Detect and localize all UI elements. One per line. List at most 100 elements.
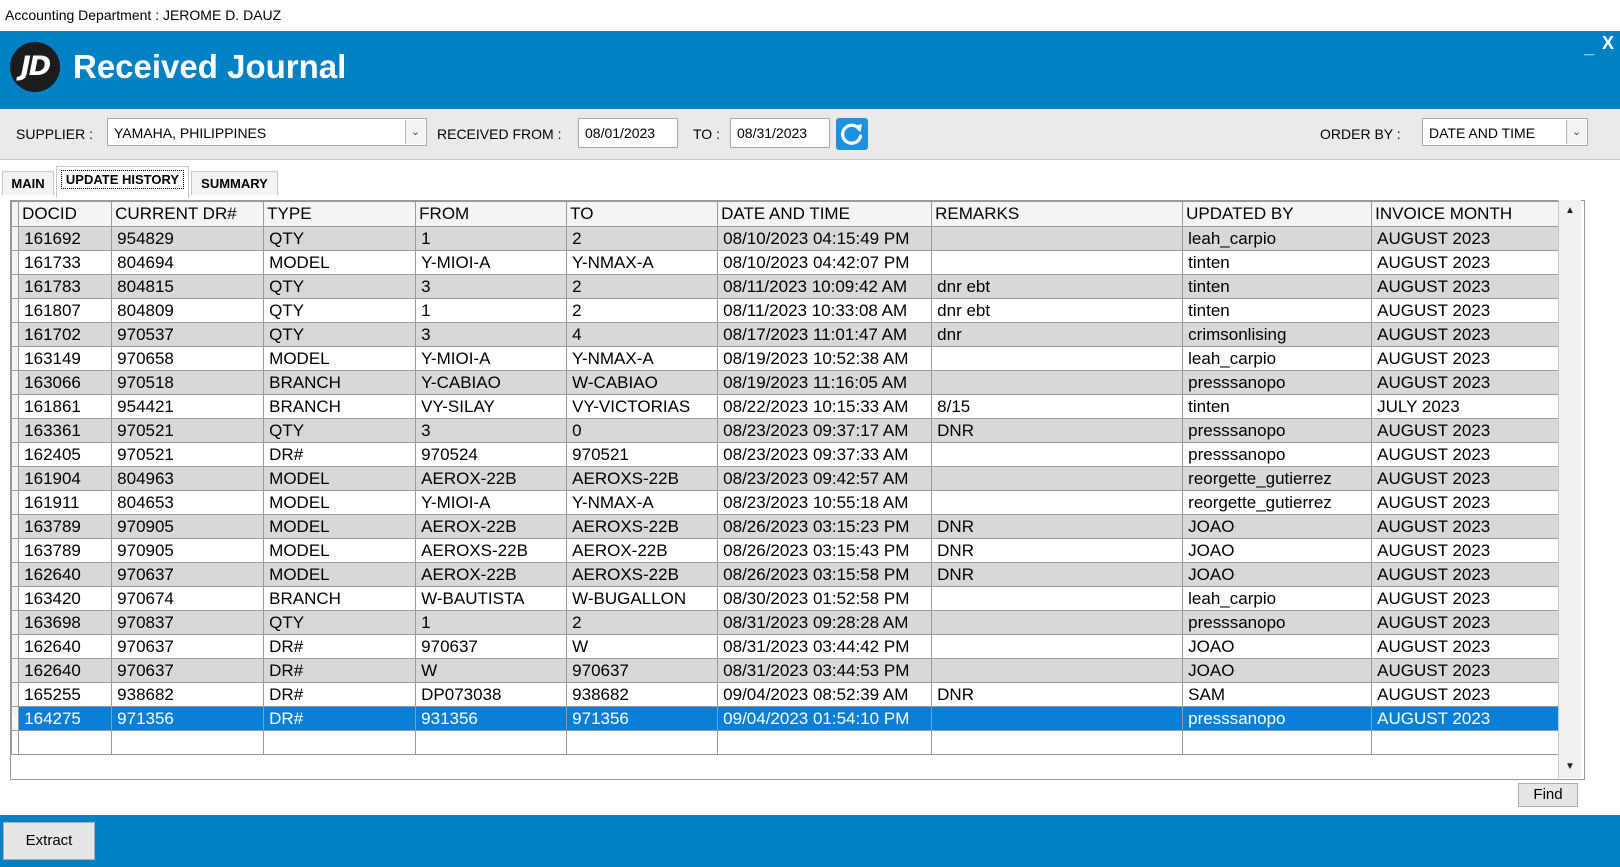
- chevron-down-icon[interactable]: ⌄: [1566, 120, 1586, 144]
- cell-from[interactable]: Y-CABIAO: [415, 370, 568, 395]
- cell-invoice-month[interactable]: AUGUST 2023: [1371, 562, 1567, 587]
- row-header[interactable]: [11, 490, 20, 515]
- cell-updated-by[interactable]: presssanopo: [1182, 706, 1373, 731]
- cell-docid[interactable]: 163789: [18, 514, 113, 539]
- row-header[interactable]: [11, 538, 20, 563]
- cell-from[interactable]: Y-MIOI-A: [415, 250, 568, 275]
- row-header[interactable]: [11, 562, 20, 587]
- table-row[interactable]: 163420 970674 BRANCH W-BAUTISTA W-BUGALLON 08…: [11, 586, 1567, 611]
- cell-type[interactable]: DR#: [263, 442, 417, 467]
- row-header[interactable]: [11, 322, 20, 347]
- cell-remarks[interactable]: [931, 250, 1184, 275]
- empty-new-row[interactable]: [11, 730, 1567, 755]
- cell-date-and-time[interactable]: 08/23/2023 10:55:18 AM: [717, 490, 933, 515]
- cell-updated-by[interactable]: tinten: [1182, 298, 1373, 323]
- cell-invoice-month[interactable]: AUGUST 2023: [1371, 322, 1567, 347]
- row-header[interactable]: [11, 226, 20, 251]
- cell-type[interactable]: MODEL: [263, 538, 417, 563]
- table-row[interactable]: 163789 970905 MODEL AEROX-22B AEROXS-22B 08/2…: [11, 514, 1567, 539]
- table-row[interactable]: 162405 970521 DR# 970524 970521 08/23/2023 09…: [11, 442, 1567, 467]
- cell-from[interactable]: AEROX-22B: [415, 466, 568, 491]
- table-row[interactable]: 161911 804653 MODEL Y-MIOI-A Y-NMAX-A 08/23/2…: [11, 490, 1567, 515]
- cell-updated-by[interactable]: JOAO: [1182, 538, 1373, 563]
- cell-type[interactable]: QTY: [263, 418, 417, 443]
- cell-remarks[interactable]: dnr: [931, 322, 1184, 347]
- cell-from[interactable]: AEROX-22B: [415, 562, 568, 587]
- cell-current-dr[interactable]: 970905: [111, 538, 265, 563]
- cell-updated-by[interactable]: tinten: [1182, 250, 1373, 275]
- cell-type[interactable]: BRANCH: [263, 586, 417, 611]
- cell-type[interactable]: QTY: [263, 274, 417, 299]
- empty-cell[interactable]: [11, 730, 20, 755]
- cell-invoice-month[interactable]: AUGUST 2023: [1371, 610, 1567, 635]
- cell-to[interactable]: 970521: [566, 442, 719, 467]
- cell-docid[interactable]: 163149: [18, 346, 113, 371]
- cell-docid[interactable]: 163698: [18, 610, 113, 635]
- cell-date-and-time[interactable]: 09/04/2023 08:52:39 AM: [717, 682, 933, 707]
- empty-cell[interactable]: [415, 730, 568, 755]
- cell-remarks[interactable]: dnr ebt: [931, 274, 1184, 299]
- cell-remarks[interactable]: [931, 442, 1184, 467]
- cell-current-dr[interactable]: 970905: [111, 514, 265, 539]
- cell-updated-by[interactable]: leah_carpio: [1182, 226, 1373, 251]
- cell-to[interactable]: W-BUGALLON: [566, 586, 719, 611]
- cell-current-dr[interactable]: 971356: [111, 706, 265, 731]
- cell-current-dr[interactable]: 970658: [111, 346, 265, 371]
- column-header-type[interactable]: TYPE: [263, 201, 417, 227]
- column-header-to[interactable]: TO: [566, 201, 719, 227]
- cell-remarks[interactable]: [931, 586, 1184, 611]
- received-from-input[interactable]: 08/01/2023: [578, 118, 678, 148]
- cell-from[interactable]: W: [415, 658, 568, 683]
- cell-invoice-month[interactable]: AUGUST 2023: [1371, 706, 1567, 731]
- cell-docid[interactable]: 163789: [18, 538, 113, 563]
- cell-type[interactable]: MODEL: [263, 346, 417, 371]
- cell-docid[interactable]: 161807: [18, 298, 113, 323]
- tab-main[interactable]: MAIN: [2, 171, 54, 195]
- row-header[interactable]: [11, 394, 20, 419]
- cell-invoice-month[interactable]: AUGUST 2023: [1371, 442, 1567, 467]
- cell-to[interactable]: W: [566, 634, 719, 659]
- cell-updated-by[interactable]: reorgette_gutierrez: [1182, 466, 1373, 491]
- empty-cell[interactable]: [1182, 730, 1373, 755]
- column-header-invoice-month[interactable]: INVOICE MONTH: [1371, 201, 1567, 227]
- cell-type[interactable]: QTY: [263, 322, 417, 347]
- cell-docid[interactable]: 161733: [18, 250, 113, 275]
- vertical-scrollbar[interactable]: ▲ ▼: [1558, 200, 1581, 778]
- cell-invoice-month[interactable]: JULY 2023: [1371, 394, 1567, 419]
- cell-from[interactable]: DP073038: [415, 682, 568, 707]
- cell-current-dr[interactable]: 970637: [111, 562, 265, 587]
- cell-from[interactable]: 3: [415, 322, 568, 347]
- cell-updated-by[interactable]: presssanopo: [1182, 442, 1373, 467]
- cell-date-and-time[interactable]: 08/11/2023 10:09:42 AM: [717, 274, 933, 299]
- empty-cell[interactable]: [111, 730, 265, 755]
- cell-to[interactable]: AEROXS-22B: [566, 466, 719, 491]
- cell-docid[interactable]: 161783: [18, 274, 113, 299]
- cell-docid[interactable]: 161702: [18, 322, 113, 347]
- cell-updated-by[interactable]: presssanopo: [1182, 610, 1373, 635]
- cell-from[interactable]: W-BAUTISTA: [415, 586, 568, 611]
- cell-to[interactable]: W-CABIAO: [566, 370, 719, 395]
- cell-invoice-month[interactable]: AUGUST 2023: [1371, 682, 1567, 707]
- cell-remarks[interactable]: [931, 346, 1184, 371]
- cell-invoice-month[interactable]: AUGUST 2023: [1371, 466, 1567, 491]
- cell-to[interactable]: 970637: [566, 658, 719, 683]
- tab-summary[interactable]: SUMMARY: [191, 171, 278, 195]
- cell-date-and-time[interactable]: 08/26/2023 03:15:23 PM: [717, 514, 933, 539]
- cell-updated-by[interactable]: JOAO: [1182, 658, 1373, 683]
- cell-updated-by[interactable]: presssanopo: [1182, 370, 1373, 395]
- cell-updated-by[interactable]: JOAO: [1182, 634, 1373, 659]
- cell-invoice-month[interactable]: AUGUST 2023: [1371, 658, 1567, 683]
- cell-from[interactable]: 970524: [415, 442, 568, 467]
- cell-from[interactable]: 1: [415, 298, 568, 323]
- cell-to[interactable]: 971356: [566, 706, 719, 731]
- cell-date-and-time[interactable]: 08/26/2023 03:15:43 PM: [717, 538, 933, 563]
- cell-date-and-time[interactable]: 08/31/2023 09:28:28 AM: [717, 610, 933, 635]
- close-button[interactable]: X: [1602, 33, 1614, 54]
- current-row-indicator-icon[interactable]: ▶: [11, 706, 20, 731]
- cell-remarks[interactable]: DNR: [931, 562, 1184, 587]
- cell-current-dr[interactable]: 804809: [111, 298, 265, 323]
- table-row[interactable]: 161861 954421 BRANCH VY-SILAY VY-VICTORIAS 08…: [11, 394, 1567, 419]
- table-row[interactable]: 163698 970837 QTY 1 2 08/31/2023 09:28:28 AM p…: [11, 610, 1567, 635]
- cell-invoice-month[interactable]: AUGUST 2023: [1371, 370, 1567, 395]
- cell-to[interactable]: AEROX-22B: [566, 538, 719, 563]
